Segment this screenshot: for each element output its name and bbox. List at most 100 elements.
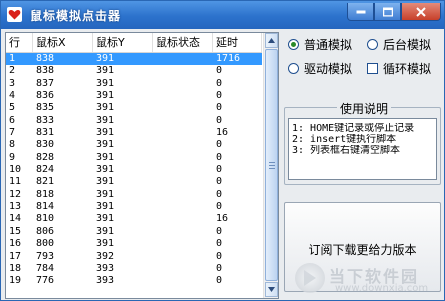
table-cell: 776	[36, 275, 55, 287]
table-cell: 833	[36, 114, 55, 126]
table-row[interactable]: 6 833 391 0	[6, 115, 262, 127]
table-cell: 8	[9, 139, 16, 151]
table-cell: 391	[96, 201, 115, 213]
table-row[interactable]: 8 830 391 0	[6, 139, 262, 151]
table-cell: 391	[96, 127, 115, 139]
checkbox-indicator[interactable]	[367, 63, 378, 74]
close-icon	[416, 6, 426, 17]
radio-indicator[interactable]	[367, 39, 378, 50]
maximize-icon	[382, 7, 393, 16]
table-row[interactable]: 19 776 393 0	[6, 275, 262, 287]
table-cell: 1	[9, 53, 16, 64]
table-cell: 814	[36, 201, 55, 213]
table-cell: 10	[9, 164, 22, 176]
help-group-title: 使用说明	[337, 100, 392, 117]
table-row[interactable]: 9 828 391 0	[6, 152, 262, 164]
table-cell: 0	[216, 139, 223, 151]
radio-background-label: 后台模拟	[383, 38, 432, 52]
vertical-scrollbar[interactable]	[263, 33, 278, 298]
table-cell: 391	[96, 77, 115, 89]
list-rows: 1 838 391 1716 2 838 391 0 3 837 391 0 4 836 391 0 5 835 3…	[6, 53, 262, 288]
table-row[interactable]: 18 784 393 0	[6, 263, 262, 275]
table-row[interactable]: 7 831 391 16	[6, 127, 262, 139]
table-cell: 16	[9, 238, 22, 250]
column-header-mouse-state[interactable]: 鼠标状态	[153, 33, 213, 52]
table-cell: 0	[216, 225, 223, 237]
help-group: 使用说明 1: HOME键记录或停止记录 2: insert键执行脚本 3: 列…	[284, 100, 441, 185]
site-watermark: 当下软件园 www.downxia.com	[295, 263, 444, 297]
table-cell: 838	[36, 65, 55, 77]
table-row[interactable]: 5 835 391 0	[6, 102, 262, 114]
table-row[interactable]: 4 836 391 0	[6, 90, 262, 102]
help-line: 2: insert键执行脚本	[292, 134, 397, 145]
table-cell: 0	[216, 77, 223, 89]
table-row[interactable]: 15 806 391 0	[6, 226, 262, 238]
title-bar[interactable]: 鼠标模拟点击器	[1, 1, 444, 29]
table-cell: 9	[9, 151, 16, 163]
scroll-down-button[interactable]	[265, 282, 278, 297]
table-row[interactable]: 11 821 391 0	[6, 176, 262, 188]
table-cell: 16	[216, 127, 229, 139]
column-header-row[interactable]: 行	[6, 33, 33, 52]
table-cell: 0	[216, 102, 223, 114]
table-cell: 391	[96, 90, 115, 102]
table-cell: 391	[96, 213, 115, 225]
column-header-mouse-x[interactable]: 鼠标X	[33, 33, 93, 52]
radio-selected-indicator[interactable]	[288, 39, 299, 50]
table-cell: 12	[9, 188, 22, 200]
scroll-thumb[interactable]	[265, 49, 278, 281]
table-cell: 391	[96, 188, 115, 200]
table-row[interactable]: 10 824 391 0	[6, 164, 262, 176]
table-row[interactable]: 12 818 391 0	[6, 189, 262, 201]
table-cell: 391	[96, 225, 115, 237]
table-row[interactable]: 16 800 391 0	[6, 238, 262, 250]
table-cell: 5	[9, 102, 16, 114]
app-window: 鼠标模拟点击器 行 鼠标X 鼠标Y 鼠标状态 延时 1 838 391 1716 2 83…	[0, 0, 445, 301]
table-cell: 392	[96, 250, 115, 262]
watermark-logo-icon	[295, 263, 325, 293]
table-cell: 14	[9, 213, 22, 225]
table-cell: 831	[36, 127, 55, 139]
table-cell: 0	[216, 250, 223, 262]
table-cell: 391	[96, 151, 115, 163]
table-cell: 16	[216, 213, 229, 225]
table-row[interactable]: 3 837 391 0	[6, 78, 262, 90]
table-cell: 15	[9, 225, 22, 237]
radio-indicator[interactable]	[288, 63, 299, 74]
table-row[interactable]: 1 838 391 1716	[6, 53, 262, 66]
table-cell: 391	[96, 176, 115, 188]
table-cell: 13	[9, 201, 22, 213]
maximize-button[interactable]	[374, 3, 401, 21]
column-header-delay[interactable]: 延时	[213, 33, 262, 52]
table-row[interactable]: 17 793 392 0	[6, 251, 262, 263]
table-row[interactable]: 2 838 391 0	[6, 65, 262, 77]
list-header: 行 鼠标X 鼠标Y 鼠标状态 延时	[6, 33, 262, 53]
minimize-icon	[356, 10, 365, 13]
minimize-button[interactable]	[347, 3, 374, 21]
table-cell: 0	[216, 151, 223, 163]
table-cell: 0	[216, 176, 223, 188]
table-cell: 4	[9, 90, 16, 102]
table-cell: 0	[216, 114, 223, 126]
radio-driver-label: 驱动模拟	[304, 62, 353, 76]
column-header-mouse-y[interactable]: 鼠标Y	[93, 33, 153, 52]
table-cell: 0	[216, 238, 223, 250]
scroll-up-button[interactable]	[265, 33, 278, 48]
table-cell: 837	[36, 77, 55, 89]
help-line: 3: 列表框右键清空脚本	[292, 145, 401, 156]
window-title: 鼠标模拟点击器	[30, 9, 122, 23]
loop-checkbox-label: 循环模拟	[383, 62, 432, 76]
table-cell: 0	[216, 188, 223, 200]
table-cell: 0	[216, 90, 223, 102]
table-cell: 3	[9, 77, 16, 89]
close-button[interactable]	[401, 3, 441, 21]
table-cell: 793	[36, 250, 55, 262]
script-list[interactable]: 行 鼠标X 鼠标Y 鼠标状态 延时 1 838 391 1716 2 838 391 0 3 83…	[5, 32, 279, 299]
table-cell: 0	[216, 201, 223, 213]
table-row[interactable]: 13 814 391 0	[6, 201, 262, 213]
table-cell: 835	[36, 102, 55, 114]
watermark-url: www.downxia.com	[335, 283, 429, 294]
table-row[interactable]: 14 810 391 16	[6, 213, 262, 225]
table-cell: 391	[96, 65, 115, 77]
table-cell: 818	[36, 188, 55, 200]
